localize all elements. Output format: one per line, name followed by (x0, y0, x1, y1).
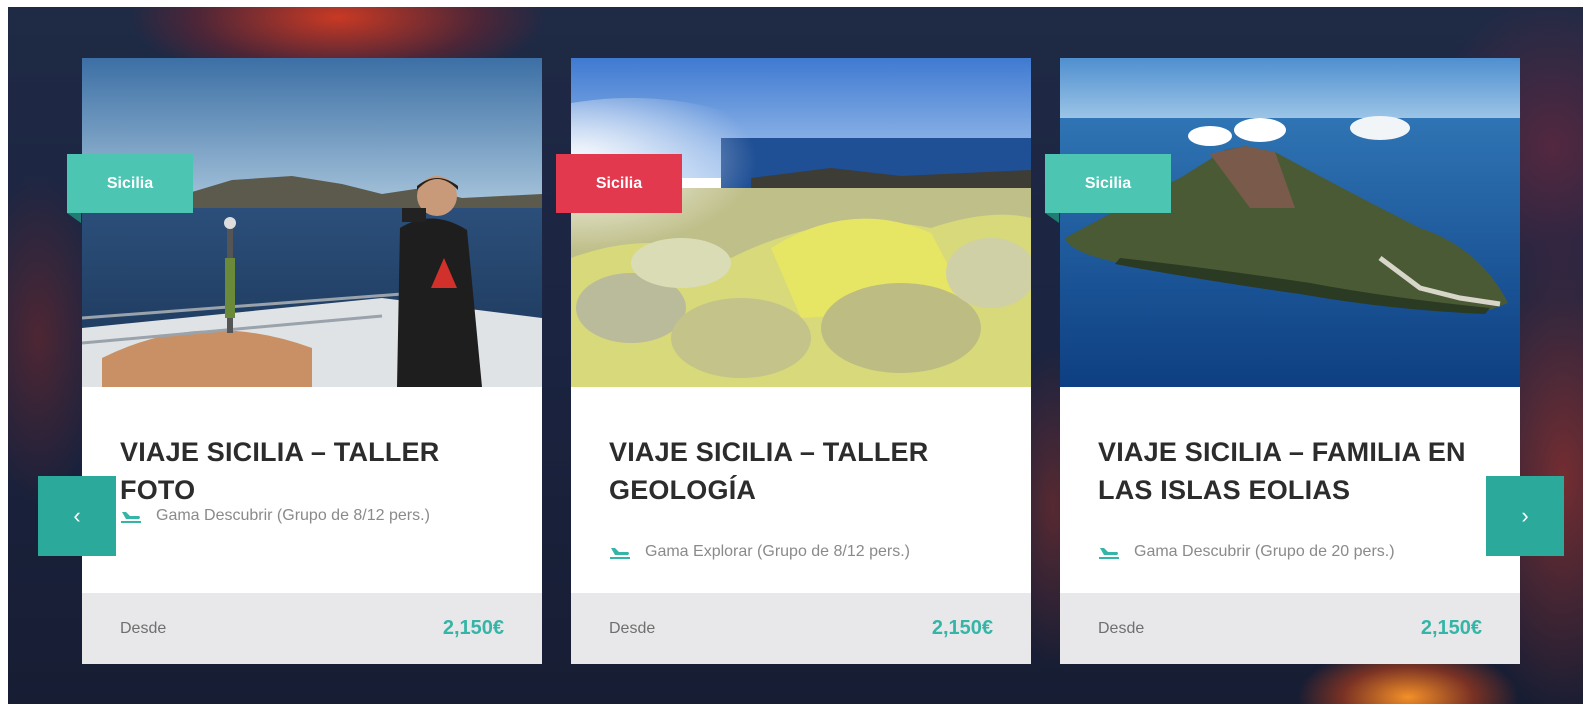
price-value: 2,150€ (442, 617, 504, 639)
region-tag-label: Sicilia (106, 174, 154, 192)
airplane-landing-icon (1099, 548, 1119, 559)
price-label: Desde (1098, 619, 1145, 637)
carousel-prev-button[interactable]: ‹ (38, 476, 116, 556)
tour-title[interactable]: VIAJE SICILIA – TALLER FOTO (120, 433, 520, 509)
price-bar: Desde 2,150€ (1060, 593, 1520, 664)
region-tag-label: Sicilia (595, 174, 643, 192)
price-value: 2,150€ (931, 617, 993, 639)
price-label: Desde (120, 619, 167, 637)
price-bar: Desde 2,150€ (82, 593, 542, 664)
tour-group-info: Gama Descubrir (Grupo de 20 pers.) (1098, 541, 1498, 563)
photographer-on-boat-image (82, 58, 542, 387)
region-tag-label: Sicilia (1084, 174, 1132, 192)
tour-title[interactable]: VIAJE SICILIA – TALLER GEOLOGÍA (609, 433, 1009, 509)
chevron-right-icon: › (1521, 503, 1529, 528)
region-tag: Sicilia (67, 154, 193, 213)
tour-group-text: Gama Descubrir (Grupo de 20 pers.) (1134, 543, 1395, 560)
carousel-next-button[interactable]: › (1486, 476, 1564, 556)
tour-card-geologia[interactable]: Sicilia VIAJE SICILIA – TALLER GEOLOGÍA … (556, 58, 1031, 664)
price-label: Desde (609, 619, 656, 637)
tour-photo-image[interactable] (1060, 58, 1520, 387)
tour-card-familia[interactable]: Sicilia VIAJE SICILIA – FAMILIA EN LAS I… (1045, 58, 1520, 664)
tour-title[interactable]: VIAJE SICILIA – FAMILIA EN LAS ISLAS EOL… (1098, 433, 1498, 509)
tour-photo-image[interactable] (82, 58, 542, 387)
tour-group-text: Gama Descubrir (Grupo de 8/12 pers.) (156, 507, 430, 524)
airplane-landing-icon (610, 548, 630, 559)
volcanic-island-image (1060, 58, 1520, 387)
region-tag-fold (67, 213, 81, 223)
region-tag-fold (1045, 213, 1059, 223)
chevron-left-icon: ‹ (73, 503, 81, 528)
tour-group-info: Gama Explorar (Grupo de 8/12 pers.) (609, 541, 1009, 563)
tour-card-foto[interactable]: Sicilia VIAJE SICILIA – TALLER FOTO Gama… (67, 58, 542, 664)
price-value: 2,150€ (1420, 617, 1482, 639)
region-tag: Sicilia (1045, 154, 1171, 213)
tour-group-text: Gama Explorar (Grupo de 8/12 pers.) (645, 543, 911, 560)
price-bar: Desde 2,150€ (571, 593, 1031, 664)
tour-group-info: Gama Descubrir (Grupo de 8/12 pers.) (120, 505, 520, 527)
region-tag: Sicilia (556, 154, 682, 213)
airplane-landing-icon (121, 512, 141, 523)
tour-photo-image[interactable] (571, 58, 1031, 387)
tours-carousel: Sicilia VIAJE SICILIA – TALLER FOTO Gama… (8, 7, 1583, 704)
sulfur-fumarole-image (571, 58, 1031, 387)
